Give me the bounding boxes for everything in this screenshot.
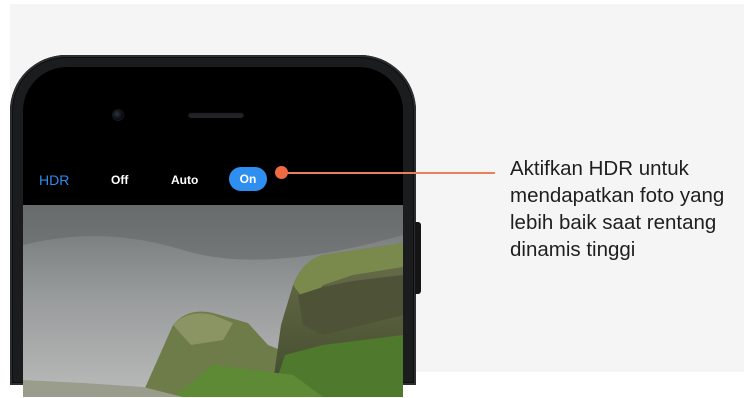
callout-line [281,172,495,174]
landscape-photo [23,205,403,397]
callout-text: Aktifkan HDR untuk mendapatkan foto yang… [510,155,744,263]
callout-dot [275,166,288,179]
callout-line-2: mendapatkan foto yang [510,184,725,207]
front-camera-icon [113,110,123,120]
hdr-toolbar: HDR Off Auto On [23,157,403,205]
callout-line-4: dinamis tinggi [510,238,636,261]
callout-line-1: Aktifkan HDR untuk [510,157,689,180]
phone-frame: HDR Off Auto On [10,55,416,397]
hdr-label: HDR [39,172,70,188]
phone-side-button [415,222,421,294]
phone-screen: HDR Off Auto On [23,67,403,397]
hdr-option-on[interactable]: On [229,167,267,191]
earpiece-speaker [188,112,244,118]
callout-line-3: lebih baik saat rentang [510,211,717,234]
hdr-option-auto[interactable]: Auto [171,173,198,187]
hdr-option-off[interactable]: Off [111,173,128,187]
camera-viewfinder [23,205,403,397]
